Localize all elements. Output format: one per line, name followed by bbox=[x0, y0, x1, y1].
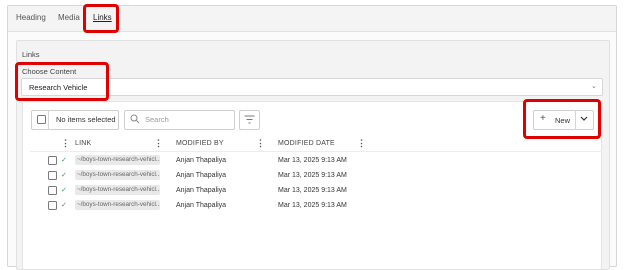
modified-date: Mar 13, 2025 9:13 AM bbox=[278, 157, 347, 164]
row-checkbox[interactable] bbox=[48, 156, 57, 165]
modified-date: Mar 13, 2025 9:13 AM bbox=[278, 187, 347, 194]
check-icon: ✓ bbox=[61, 172, 67, 179]
link-pill[interactable]: ~/boys-town-research-vehicl... bbox=[75, 200, 160, 210]
check-icon: ✓ bbox=[61, 187, 67, 194]
highlight-new-button bbox=[523, 99, 601, 139]
tab-media[interactable]: Media bbox=[58, 13, 80, 22]
selection-divider bbox=[48, 110, 49, 130]
filter-icon bbox=[244, 115, 255, 124]
highlight-links-tab bbox=[83, 4, 119, 33]
modified-by: Anjan Thapaliya bbox=[176, 187, 227, 194]
modified-by: Anjan Thapaliya bbox=[176, 172, 227, 179]
link-pill[interactable]: ~/boys-town-research-vehicl... bbox=[75, 170, 160, 180]
search-input[interactable] bbox=[124, 110, 235, 130]
row-checkbox[interactable] bbox=[48, 186, 57, 195]
search-placeholder: Search bbox=[145, 115, 169, 124]
tab-heading[interactable]: Heading bbox=[16, 13, 46, 22]
column-menu-link-icon[interactable]: ⋮ bbox=[154, 139, 163, 148]
column-header-modified-date[interactable]: MODIFIED DATE bbox=[278, 140, 335, 147]
selection-status: No items selected bbox=[56, 115, 116, 124]
link-pill[interactable]: ~/boys-town-research-vehicl... bbox=[75, 155, 160, 165]
column-header-modified-by[interactable]: MODIFIED BY bbox=[176, 140, 224, 147]
modified-date: Mar 13, 2025 9:13 AM bbox=[278, 172, 347, 179]
search-icon bbox=[130, 114, 140, 124]
link-pill[interactable]: ~/boys-town-research-vehicl... bbox=[75, 185, 160, 195]
row-checkbox[interactable] bbox=[48, 171, 57, 180]
column-menu-modified-date-icon[interactable]: ⋮ bbox=[357, 139, 366, 148]
section-label: Links bbox=[22, 50, 40, 59]
header-divider bbox=[30, 151, 602, 152]
row-checkbox[interactable] bbox=[48, 201, 57, 210]
modified-by: Anjan Thapaliya bbox=[176, 157, 227, 164]
column-menu-modified-by-icon[interactable]: ⋮ bbox=[256, 139, 265, 148]
modified-by: Anjan Thapaliya bbox=[176, 202, 227, 209]
chevron-down-icon[interactable]: ⌄ bbox=[591, 82, 597, 90]
check-icon: ✓ bbox=[61, 202, 67, 209]
select-all-checkbox[interactable] bbox=[37, 115, 46, 124]
highlight-choose-content bbox=[15, 62, 109, 101]
modified-date: Mar 13, 2025 9:13 AM bbox=[278, 202, 347, 209]
row-actions-kebab-icon[interactable]: ⋮ bbox=[61, 139, 70, 148]
column-header-link[interactable]: LINK bbox=[75, 140, 91, 147]
check-icon: ✓ bbox=[61, 157, 67, 164]
